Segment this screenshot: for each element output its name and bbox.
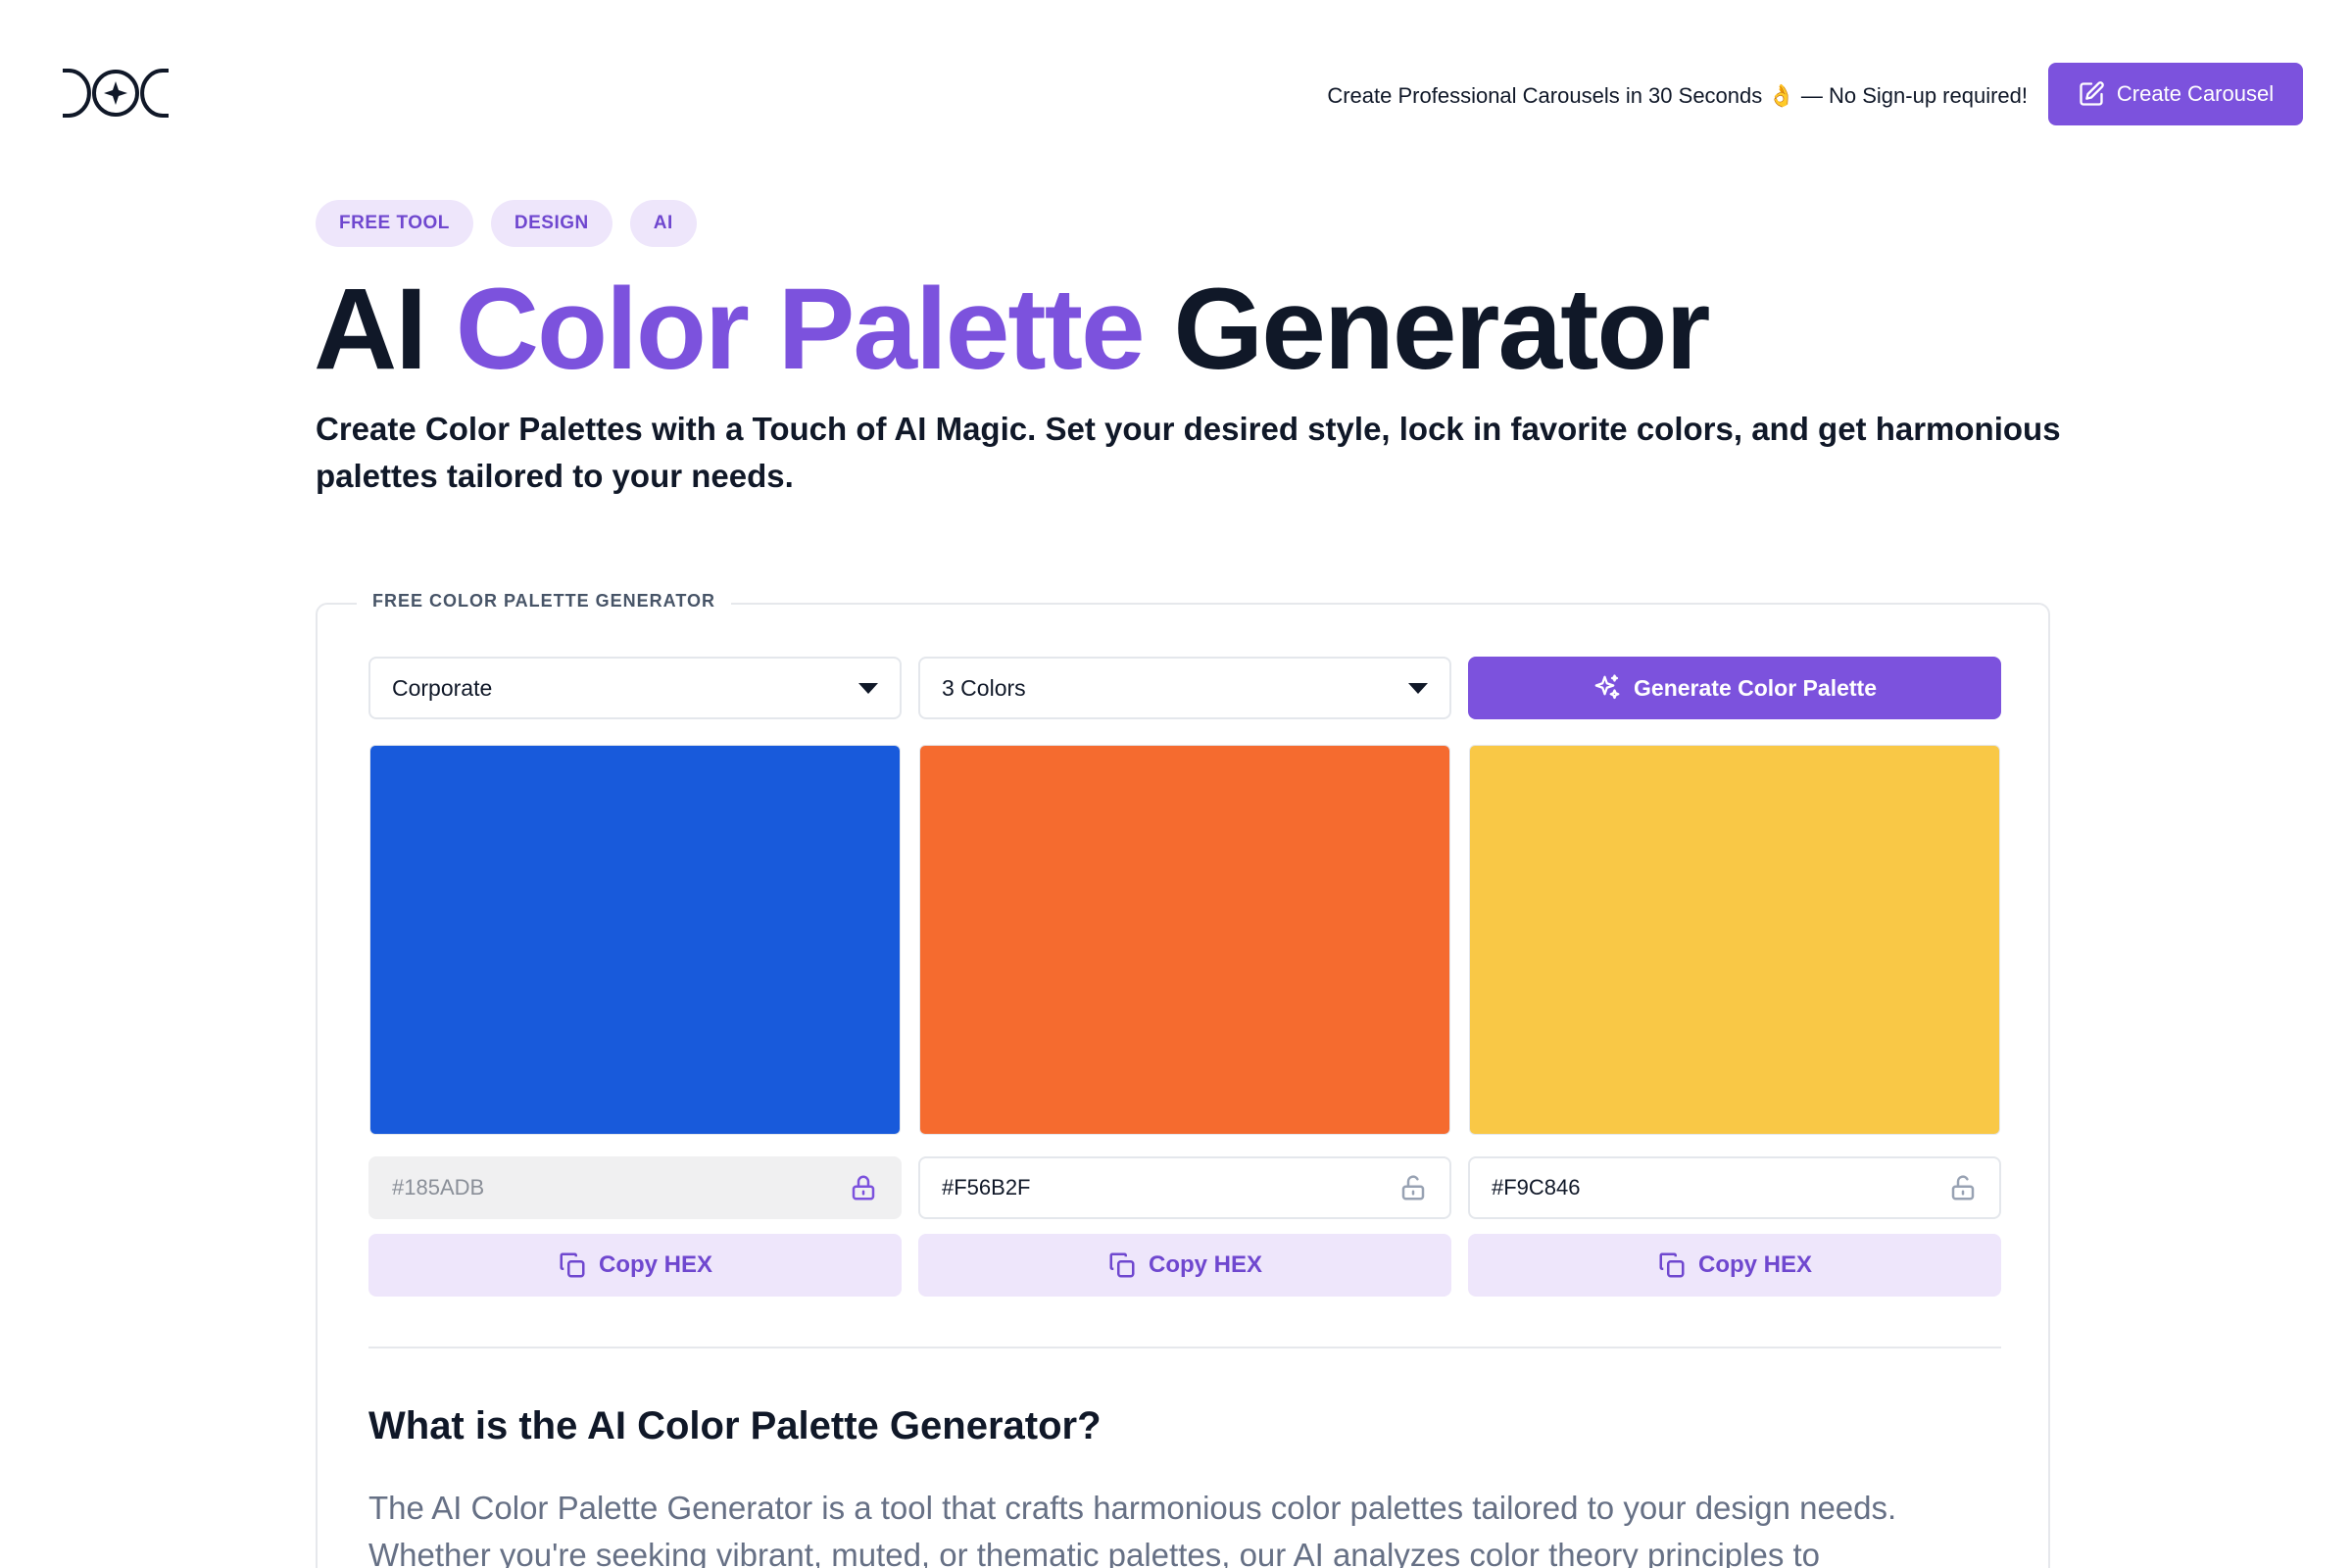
copy-icon xyxy=(1109,1252,1135,1278)
copy-hex-label: Copy HEX xyxy=(1697,1251,1812,1278)
promo-text: Create Professional Carousels in 30 Seco… xyxy=(1327,83,2028,108)
hex-field-2[interactable]: #F56B2F xyxy=(918,1156,1451,1219)
copy-icon xyxy=(1659,1252,1685,1278)
hex-field-1[interactable]: #185ADB xyxy=(368,1156,902,1219)
copy-hex-button-1[interactable]: Copy HEX xyxy=(368,1234,902,1297)
color-count-select[interactable]: 3 Colors xyxy=(918,657,1451,719)
copy-hex-label: Copy HEX xyxy=(1148,1251,1262,1278)
tag-design: DESIGN xyxy=(490,200,612,247)
chevron-down-icon xyxy=(858,682,878,694)
page-subtitle: Create Color Palettes with a Touch of AI… xyxy=(316,411,2061,494)
hex-value-2: #F56B2F xyxy=(942,1175,1031,1200)
generate-palette-label: Generate Color Palette xyxy=(1634,674,1877,701)
copy-hex-button-2[interactable]: Copy HEX xyxy=(918,1234,1451,1297)
create-carousel-label: Create Carousel xyxy=(2116,81,2275,106)
page-title: AI Color Palette Generator xyxy=(314,263,1710,396)
tag-ai: AI xyxy=(629,200,697,247)
color-swatch-3[interactable] xyxy=(1469,745,2000,1135)
create-carousel-button[interactable]: Create Carousel xyxy=(2048,63,2303,125)
hex-value-1: #185ADB xyxy=(392,1175,485,1200)
lock-open-icon[interactable] xyxy=(1398,1173,1428,1202)
section-divider xyxy=(368,1347,2001,1348)
color-count-value: 3 Colors xyxy=(942,674,1026,701)
chevron-down-icon xyxy=(1408,682,1428,694)
copy-icon xyxy=(560,1252,585,1278)
title-accent: Color Palette xyxy=(455,265,1146,394)
tag-list: FREE TOOL DESIGN AI xyxy=(316,200,697,247)
style-select-value: Corporate xyxy=(392,674,493,701)
copy-hex-button-3[interactable]: Copy HEX xyxy=(1468,1234,2001,1297)
about-paragraph: The AI Color Palette Generator is a tool… xyxy=(368,1490,1897,1568)
edit-icon xyxy=(2080,81,2104,106)
title-pre: AI xyxy=(314,265,427,394)
generate-palette-button[interactable]: Generate Color Palette xyxy=(1468,657,2001,719)
copy-hex-label: Copy HEX xyxy=(598,1251,712,1278)
lock-closed-icon[interactable] xyxy=(849,1173,878,1202)
title-post: Generator xyxy=(1173,265,1710,394)
color-swatch-1[interactable] xyxy=(369,745,901,1135)
sparkles-icon xyxy=(1594,674,1620,700)
palette-generator-card: FREE COLOR PALETTE GENERATOR Corporate 3… xyxy=(316,591,2050,1568)
generator-legend: FREE COLOR PALETTE GENERATOR xyxy=(357,591,732,612)
color-swatch-2[interactable] xyxy=(919,745,1450,1135)
style-select[interactable]: Corporate xyxy=(368,657,902,719)
tag-free-tool: FREE TOOL xyxy=(316,200,473,247)
lock-open-icon[interactable] xyxy=(1948,1173,1978,1202)
hex-field-3[interactable]: #F9C846 xyxy=(1468,1156,2001,1219)
logo-icon[interactable] xyxy=(61,67,171,120)
about-heading: What is the AI Color Palette Generator? xyxy=(368,1404,1102,1447)
hex-value-3: #F9C846 xyxy=(1492,1175,1581,1200)
